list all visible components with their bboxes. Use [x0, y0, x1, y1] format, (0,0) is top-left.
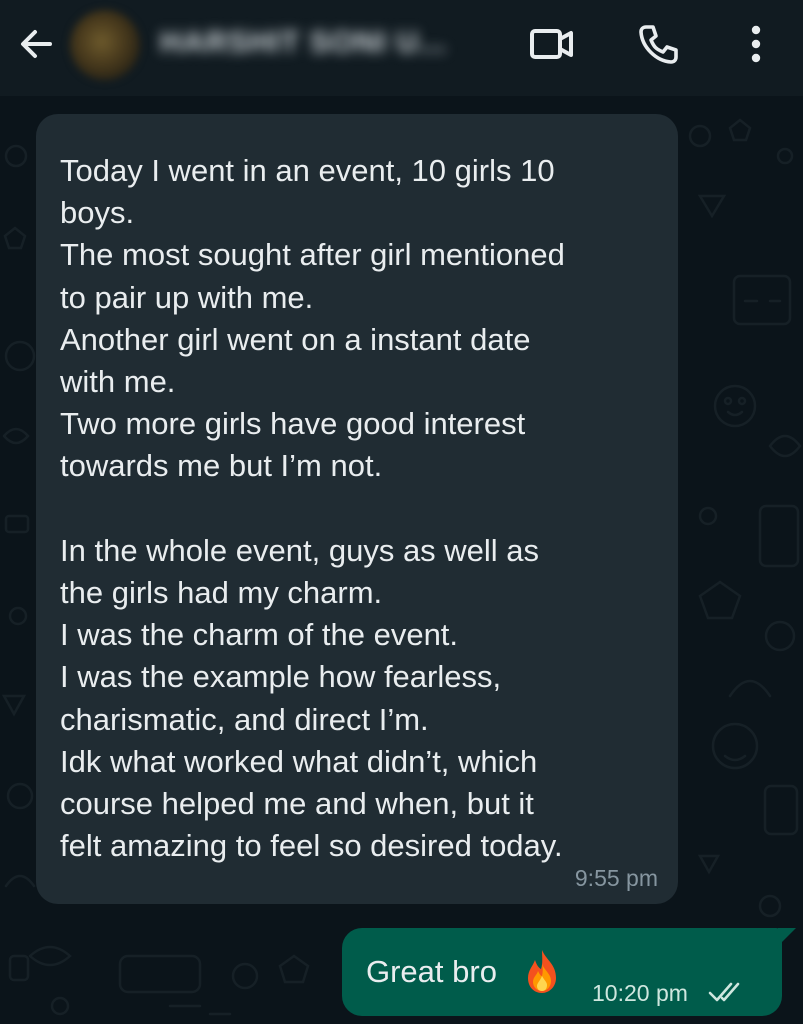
message-line: Today I went in an event, 10 girls 10 [60, 153, 555, 188]
message-line: I was the example how fearless, [60, 659, 502, 695]
message-timestamp: 10:20 pm [592, 980, 688, 1006]
message-line: to pair up with me. [60, 279, 314, 315]
message-line: the girls had my charm. [60, 575, 383, 611]
voice-call-button[interactable] [634, 20, 682, 68]
message-line: The most sought after girl mentioned [60, 237, 565, 273]
message-line: charismatic, and direct I’m. [60, 701, 429, 737]
video-call-button[interactable] [528, 20, 576, 68]
outgoing-message-bubble[interactable]: Great bro 10:20 pm [342, 928, 796, 1016]
incoming-message-bubble[interactable]: Today I went in an event, 10 girls 10 bo… [36, 114, 678, 904]
fire-emoji-icon [528, 950, 556, 993]
bubble-tail [778, 928, 796, 946]
arrow-left-icon [21, 30, 52, 58]
phone-icon [639, 25, 678, 64]
message-line: boys. [60, 195, 135, 231]
more-options-button[interactable] [732, 20, 780, 68]
message-line: with me. [60, 364, 176, 400]
message-timestamp: 9:55 pm [574, 865, 658, 891]
message-line: Another girl went on a instant date [60, 321, 531, 357]
chat-header: HARSHIT SONI U... [0, 0, 803, 96]
chat-area[interactable]: Today I went in an event, 10 girls 10 bo… [0, 96, 803, 1024]
double-check-icon [708, 982, 740, 1002]
avatar[interactable] [70, 10, 140, 80]
back-button[interactable] [14, 22, 58, 66]
more-vertical-icon [751, 25, 761, 63]
message-line: felt amazing to feel so desired today. [60, 828, 563, 864]
message-line: towards me but I’m not. [60, 448, 383, 484]
message-line [60, 488, 656, 530]
message-line: course helped me and when, but it [60, 786, 534, 822]
message-line: Two more girls have good interest [60, 406, 526, 442]
message-line: In the whole event, guys as well as [60, 532, 540, 568]
video-camera-icon [530, 29, 573, 59]
message-line: I was the charm of the event. [60, 617, 459, 653]
message-line: Idk what worked what didn’t, which [60, 743, 538, 779]
contact-name[interactable]: HARSHIT SONI U... [160, 26, 447, 60]
message-text: Today I went in an event, 10 girls 10 bo… [60, 150, 656, 867]
message-text: Great bro [366, 954, 497, 989]
